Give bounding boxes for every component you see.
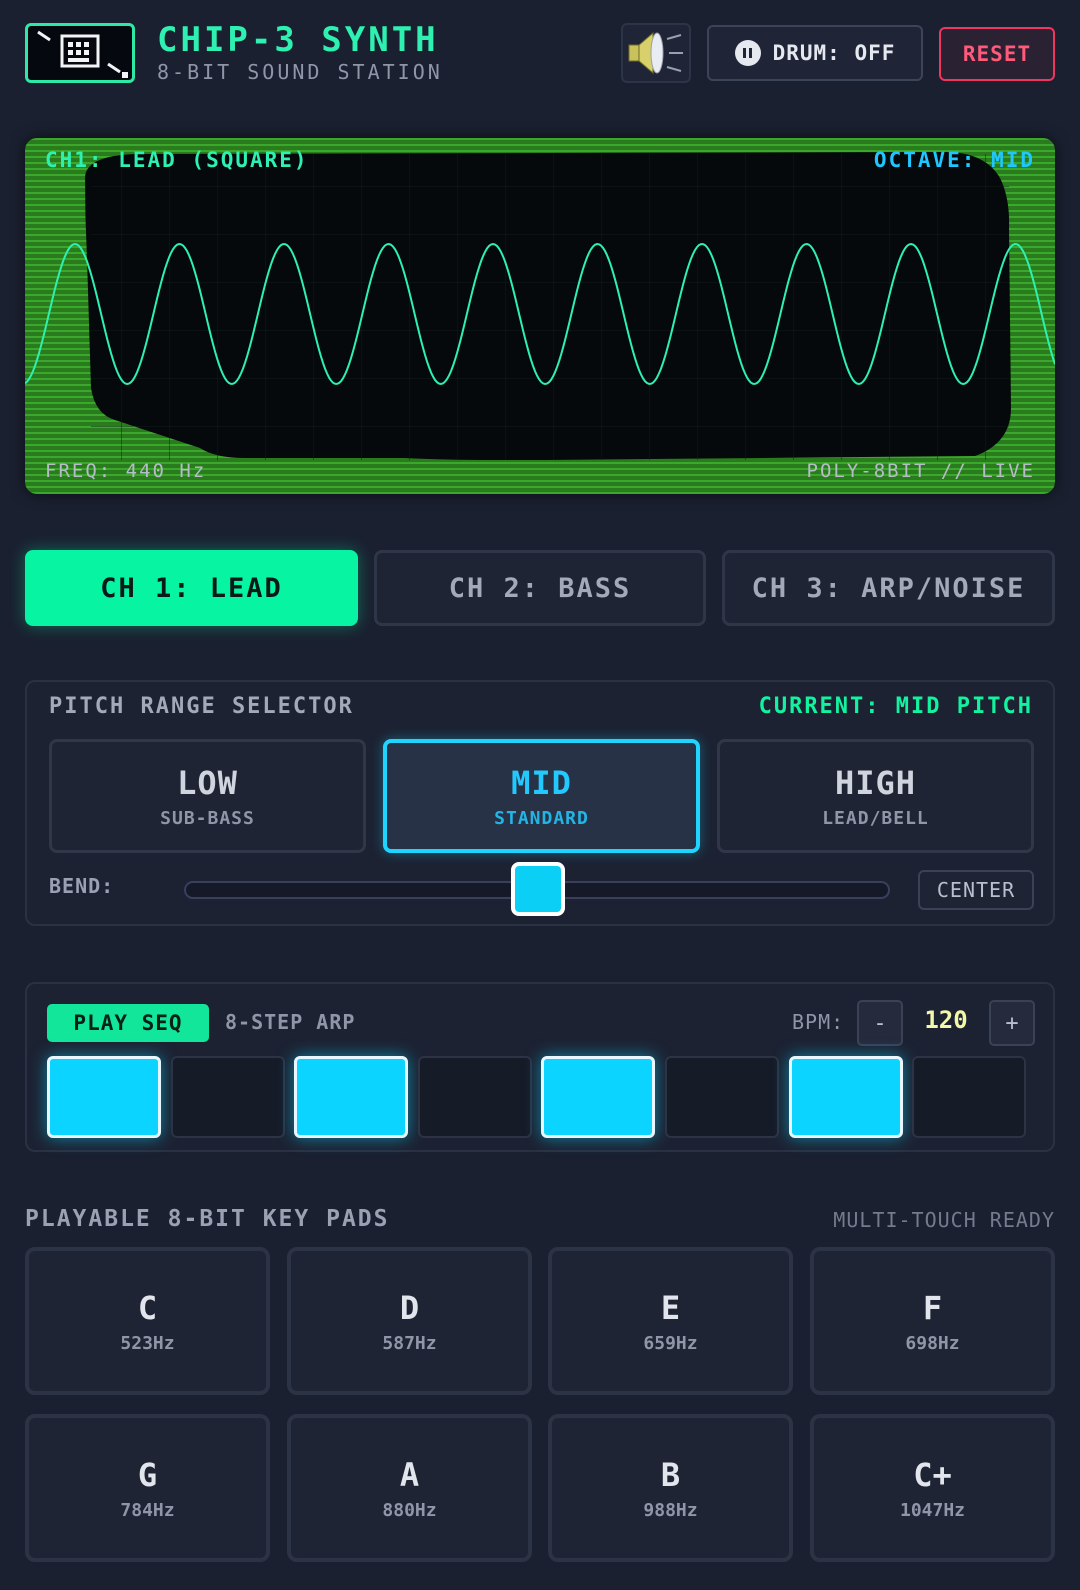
scope-channel-label: CH1: LEAD (SQUARE) xyxy=(45,148,309,172)
pad-frequency: 523Hz xyxy=(120,1332,175,1354)
range-low-label: LOW xyxy=(177,763,238,802)
pad-note: A xyxy=(399,1455,420,1494)
pad-note: C xyxy=(137,1288,158,1327)
range-high-button[interactable]: HIGH LEAD/BELL xyxy=(717,739,1034,853)
range-high-label: HIGH xyxy=(834,763,917,802)
pad-frequency: 988Hz xyxy=(643,1499,698,1521)
bpm-label: BPM: xyxy=(792,1010,845,1034)
key-pad-d[interactable]: D 587Hz xyxy=(287,1247,532,1395)
tab-ch3-arp-noise[interactable]: CH 3: ARP/NOISE xyxy=(722,550,1055,626)
reset-button[interactable]: RESET xyxy=(939,27,1055,81)
header: CHIP-3 SYNTH 8-BIT SOUND STATION DRUM: O… xyxy=(25,20,1055,86)
range-mid-button[interactable]: MID STANDARD xyxy=(383,739,700,853)
key-pad-b[interactable]: B 988Hz xyxy=(548,1414,793,1562)
range-mid-sublabel: STANDARD xyxy=(494,807,589,829)
speaker-volume-icon xyxy=(628,31,683,75)
bpm-increase-button[interactable]: + xyxy=(989,1000,1035,1046)
bpm-decrease-button[interactable]: - xyxy=(857,1000,903,1046)
scope-mode-label: POLY-8BIT // LIVE xyxy=(806,460,1035,482)
scope-frequency-readout: FREQ: 440 Hz xyxy=(45,460,207,482)
range-low-button[interactable]: LOW SUB-BASS xyxy=(49,739,366,853)
drum-toggle-label: DRUM: OFF xyxy=(772,41,896,65)
app-subtitle: 8-BIT SOUND STATION xyxy=(157,60,443,84)
pad-frequency: 698Hz xyxy=(905,1332,960,1354)
pad-frequency: 784Hz xyxy=(120,1499,175,1521)
tab-ch1-lead[interactable]: CH 1: LEAD xyxy=(25,550,358,626)
pad-note: B xyxy=(660,1455,681,1494)
sequencer-step-1[interactable] xyxy=(47,1056,161,1138)
current-pitch-label: CURRENT: MID PITCH xyxy=(758,694,1033,719)
pitch-panel-title: PITCH RANGE SELECTOR xyxy=(49,694,354,719)
pad-note: D xyxy=(399,1288,420,1327)
key-pad-a[interactable]: A 880Hz xyxy=(287,1414,532,1562)
tab-ch2-bass[interactable]: CH 2: BASS xyxy=(374,550,706,626)
bend-label: BEND: xyxy=(49,874,115,898)
waveform-canvas xyxy=(25,138,1055,494)
speaker-button[interactable] xyxy=(621,23,691,83)
pad-frequency: 880Hz xyxy=(382,1499,437,1521)
sequencer-step-2[interactable] xyxy=(171,1056,285,1138)
step-grid xyxy=(47,1056,1037,1138)
scope-octave-label: OCTAVE: MID xyxy=(873,148,1035,172)
pixel-computer-icon xyxy=(25,23,135,83)
pause-icon xyxy=(734,40,761,66)
bpm-value: 120 xyxy=(924,1006,968,1034)
sequencer-step-3[interactable] xyxy=(294,1056,408,1138)
range-mid-label: MID xyxy=(511,763,572,802)
key-pad-c-high[interactable]: C+ 1047Hz xyxy=(810,1414,1055,1562)
pad-note: F xyxy=(922,1288,943,1327)
sequencer-mode-label: 8-STEP ARP xyxy=(225,1010,356,1034)
sequencer-step-6[interactable] xyxy=(665,1056,779,1138)
sequencer-step-5[interactable] xyxy=(541,1056,655,1138)
pad-note: G xyxy=(137,1455,158,1494)
pad-frequency: 659Hz xyxy=(643,1332,698,1354)
multi-touch-status: MULTI-TOUCH READY xyxy=(833,1208,1055,1232)
pad-frequency: 1047Hz xyxy=(899,1499,966,1521)
range-low-sublabel: SUB-BASS xyxy=(160,807,255,829)
range-high-sublabel: LEAD/BELL xyxy=(822,807,929,829)
sequencer-step-8[interactable] xyxy=(912,1056,1026,1138)
app-title: CHIP-3 SYNTH xyxy=(157,20,439,60)
synth-app: CHIP-3 SYNTH 8-BIT SOUND STATION DRUM: O… xyxy=(0,0,1080,1590)
key-pad-g[interactable]: G 784Hz xyxy=(25,1414,270,1562)
sequencer-step-4[interactable] xyxy=(418,1056,532,1138)
pad-frequency: 587Hz xyxy=(382,1332,437,1354)
play-seq-button[interactable]: PLAY SEQ xyxy=(47,1004,209,1042)
pitch-range-panel: PITCH RANGE SELECTOR CURRENT: MID PITCH … xyxy=(25,680,1055,926)
key-pads-title: PLAYABLE 8-BIT KEY PADS xyxy=(25,1206,390,1232)
key-pad-c[interactable]: C 523Hz xyxy=(25,1247,270,1395)
key-pad-e[interactable]: E 659Hz xyxy=(548,1247,793,1395)
bend-slider-thumb[interactable] xyxy=(511,862,565,916)
key-pad-f[interactable]: F 698Hz xyxy=(810,1247,1055,1395)
waveform-display: CH1: LEAD (SQUARE) OCTAVE: MID FREQ: 440… xyxy=(25,138,1055,494)
pad-note: C+ xyxy=(913,1455,952,1494)
pad-note: E xyxy=(660,1288,681,1327)
sequencer-step-7[interactable] xyxy=(789,1056,903,1138)
drum-toggle-button[interactable]: DRUM: OFF xyxy=(707,25,923,81)
sequencer-panel: PLAY SEQ 8-STEP ARP BPM: - 120 + xyxy=(25,982,1055,1152)
center-button[interactable]: CENTER xyxy=(918,870,1034,910)
